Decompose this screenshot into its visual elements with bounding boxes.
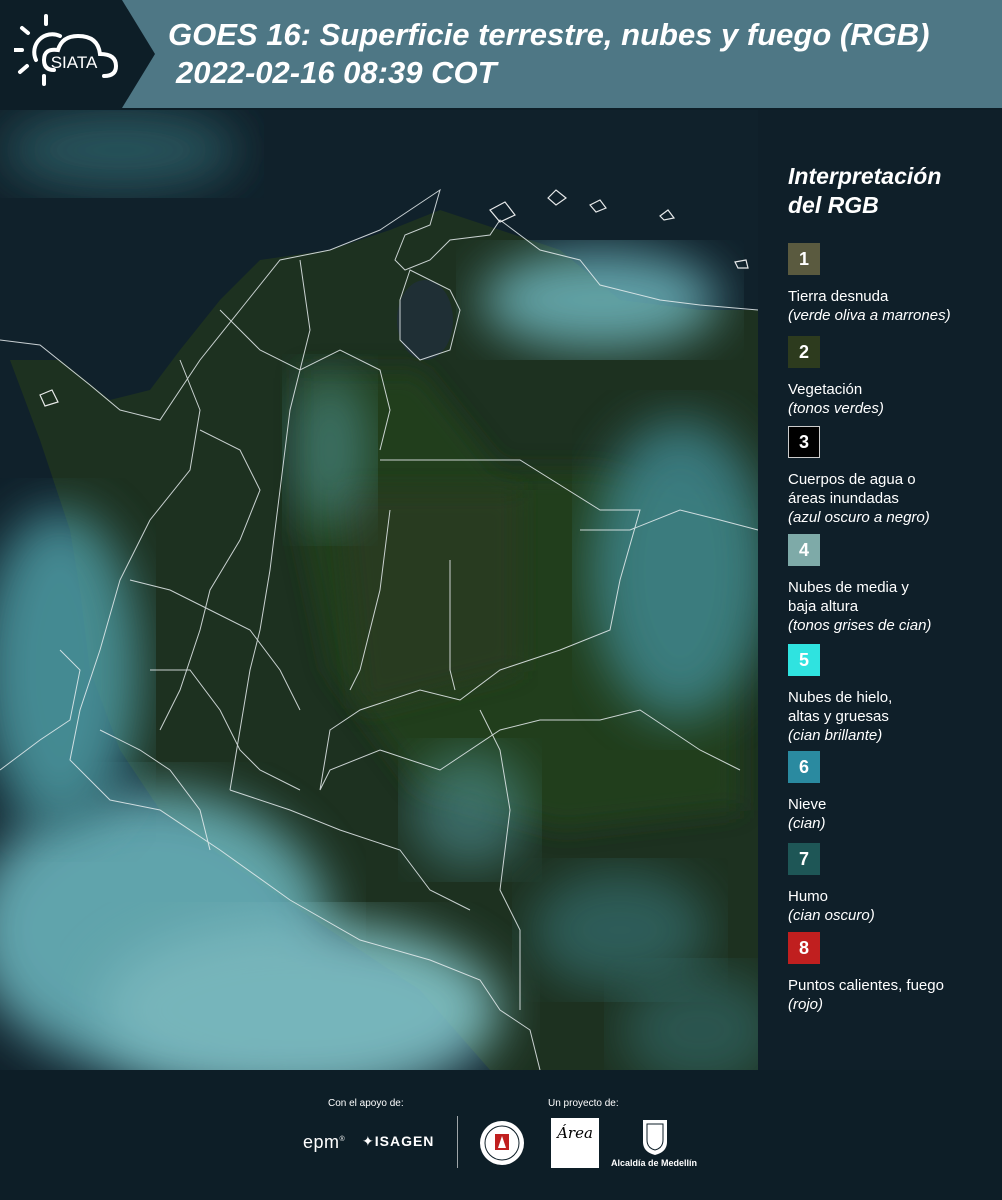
satellite-map [0,110,758,1070]
legend-note-1: (verde oliva a marrones) [788,307,951,324]
alcaldia-label: Alcaldía de Medellín [611,1158,698,1168]
legend-swatch-6: 6 [788,751,820,783]
legend-swatch-1: 1 [788,243,820,275]
legend-swatch-5: 5 [788,644,820,676]
legend-item-7: 7 Humo (cian oscuro) [788,843,988,925]
legend-note-8: (rojo) [788,996,824,1013]
epm-logo: epm® [303,1132,346,1152]
legend-label-3: Cuerpos de agua o áreas inundadas [788,471,916,507]
isagen-logo: ✦ISAGEN [362,1133,435,1149]
title-line-1: GOES 16: Superficie terrestre, nubes y f… [168,17,930,52]
legend-note-5: (cian brillante) [788,727,883,744]
legend-item-4: 4 Nubes de media y baja altura (tonos gr… [788,534,988,635]
legend-swatch-7: 7 [788,843,820,875]
legend-title-line-1: Interpretación [788,163,942,189]
footer-divider [457,1116,458,1168]
legend-swatch-2: 2 [788,336,820,368]
footer-bar: Con el apoyo de: Un proyecto de: epm® ✦I… [0,1070,1002,1200]
legend-label-5: Nubes de hielo, altas y gruesas [788,689,893,725]
svg-text:SIATA: SIATA [51,53,98,72]
seal-icon [480,1121,524,1165]
legend-label-7: Humo [788,888,829,905]
legend-item-6: 6 Nieve (cian) [788,751,988,833]
legend-item-5: 5 Nubes de hielo, altas y gruesas (cian … [788,644,988,745]
legend-note-4: (tonos grises de cian) [788,617,932,634]
siata-logo: SIATA [0,0,155,108]
sun-cloud-icon: SIATA [14,14,119,86]
legend-note-6: (cian) [788,815,826,832]
lake [397,280,453,360]
legend-title: Interpretación del RGB [788,162,988,220]
legend-item-3: 3 Cuerpos de agua o áreas inundadas (azu… [788,426,988,527]
support-label: Con el apoyo de: [328,1098,404,1109]
legend-item-2: 2 Vegetación (tonos verdes) [788,336,988,418]
page-title: GOES 16: Superficie terrestre, nubes y f… [168,16,929,92]
legend-note-3: (azul oscuro a negro) [788,509,930,526]
legend-label-6: Nieve [788,796,827,813]
legend-label-8: Puntos calientes, fuego [788,977,944,994]
legend-item-1: 1 Tierra desnuda (verde oliva a marrones… [788,243,988,325]
legend-title-line-2: del RGB [788,192,879,218]
legend-label-4: Nubes de media y baja altura [788,579,909,615]
legend-item-8: 8 Puntos calientes, fuego (rojo) [788,932,988,1014]
header-bar: SIATA GOES 16: Superficie terrestre, nub… [0,0,1002,108]
legend-label-1: Tierra desnuda [788,288,889,305]
legend-swatch-3: 3 [788,426,820,458]
legend-swatch-8: 8 [788,932,820,964]
legend-label-2: Vegetación [788,381,863,398]
legend-note-7: (cian oscuro) [788,907,875,924]
project-label: Un proyecto de: [548,1098,619,1109]
legend-note-2: (tonos verdes) [788,400,884,417]
isagen-mark-icon: ✦ [362,1133,375,1149]
alcaldia-shield-icon [643,1120,667,1155]
legend-panel: Interpretación del RGB 1 Tierra desnuda … [758,110,1002,1070]
title-line-2: 2022-02-16 08:39 COT [176,55,497,90]
area-metropolitana-logo: Área [551,1118,599,1168]
legend-swatch-4: 4 [788,534,820,566]
